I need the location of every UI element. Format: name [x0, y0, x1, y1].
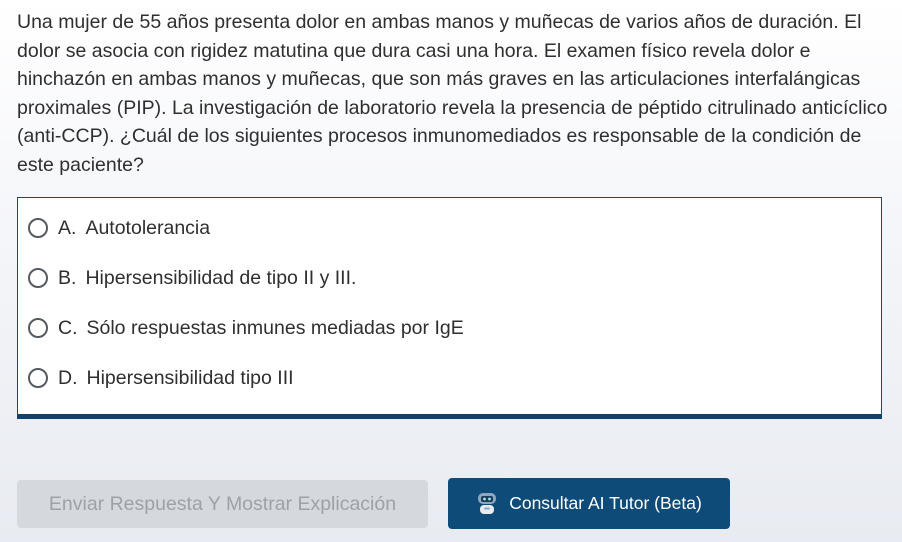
- option-label: Autotolerancia: [85, 216, 211, 239]
- radio-button-b[interactable]: [28, 268, 48, 288]
- radio-button-c[interactable]: [28, 318, 48, 338]
- question-text: Una mujer de 55 años presenta dolor en a…: [17, 11, 888, 176]
- ai-tutor-button[interactable]: Consultar AI Tutor (Beta): [448, 478, 730, 529]
- robot-icon: [476, 492, 498, 516]
- submit-answer-label: Enviar Respuesta Y Mostrar Explicación: [48, 492, 397, 515]
- option-d[interactable]: D. Hipersensibilidad tipo III: [28, 360, 294, 396]
- option-c[interactable]: C. Sólo respuestas inmunes mediadas por …: [28, 310, 464, 346]
- option-letter: C.: [58, 316, 78, 339]
- option-letter: D.: [58, 366, 78, 389]
- ai-tutor-label: Consultar AI Tutor (Beta): [509, 493, 702, 513]
- option-letter: B.: [58, 266, 77, 289]
- option-b[interactable]: B. Hipersensibilidad de tipo II y III.: [28, 260, 356, 296]
- option-label: Sólo respuestas inmunes mediadas por IgE: [86, 316, 464, 339]
- option-a[interactable]: A. Autotolerancia: [28, 210, 210, 246]
- option-label: Hipersensibilidad tipo III: [86, 366, 294, 389]
- option-letter: A.: [58, 216, 77, 239]
- radio-button-d[interactable]: [28, 368, 48, 388]
- submit-answer-button[interactable]: Enviar Respuesta Y Mostrar Explicación: [17, 480, 428, 528]
- radio-button-a[interactable]: [28, 218, 48, 238]
- answer-options-panel: A. Autotolerancia B. Hipersensibilidad d…: [17, 197, 882, 419]
- option-label: Hipersensibilidad de tipo II y III.: [85, 266, 357, 289]
